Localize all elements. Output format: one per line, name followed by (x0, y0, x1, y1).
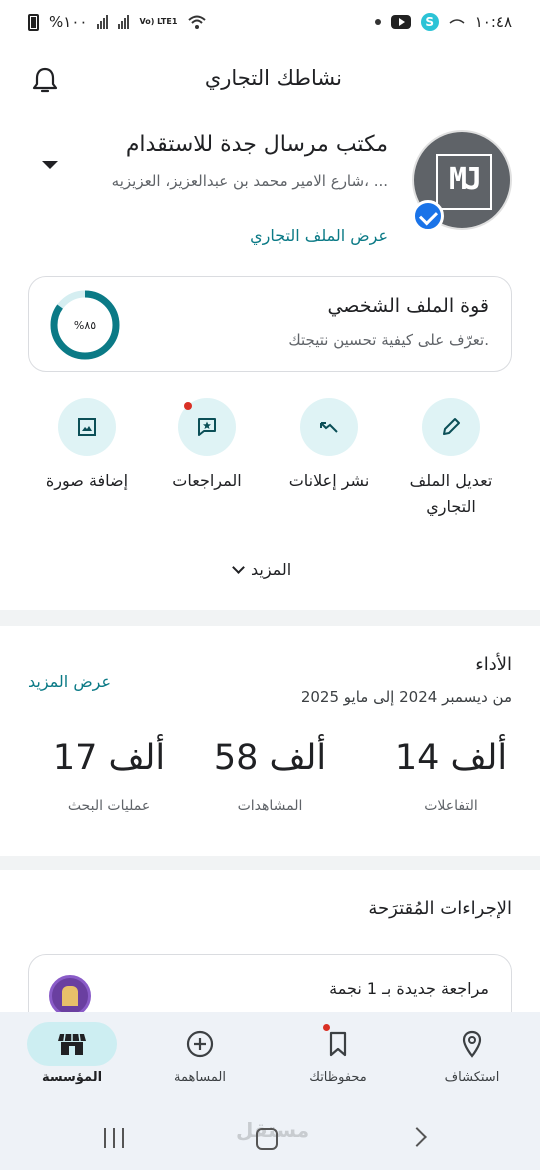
system-navigation: مستقل (0, 1100, 540, 1170)
post-ads-label: نشر إعلانات (288, 471, 370, 490)
business-name[interactable]: مكتب مرسال جدة للاستقدام (126, 132, 388, 157)
battery-icon (28, 13, 39, 31)
image-icon (78, 418, 96, 436)
profile-strength-percent: %٨٥ (74, 319, 96, 332)
logo-frame: MJ (436, 154, 492, 210)
reviews-button[interactable] (178, 398, 236, 456)
nav-saved-label: محفوظاتك (309, 1070, 367, 1085)
bell-icon[interactable] (32, 66, 58, 94)
add-circle-icon (186, 1030, 214, 1058)
post-ads-button[interactable] (300, 398, 358, 456)
post-ads-action[interactable]: نشر إعلانات (264, 398, 394, 494)
profile-strength-title: قوة الملف الشخصي (327, 295, 489, 317)
nav-business-label: المؤسسة (41, 1070, 103, 1085)
status-bar: %١٠٠ Vo) LTE1 S ١٠:٤٨ (0, 0, 540, 44)
reviews-alert-dot (184, 402, 192, 410)
edit-profile-button[interactable] (422, 398, 480, 456)
trend-icon (320, 422, 338, 433)
quick-actions: تعديل الملف التجاري نشر إعلانات المراجعا… (0, 398, 540, 518)
add-photo-button[interactable] (58, 398, 116, 456)
stat-searches-value: 17 ألف (52, 738, 166, 778)
notification-dot-icon (374, 19, 381, 25)
location-pin-icon (462, 1030, 482, 1058)
performance-view-more-link[interactable]: عرض المزيد (28, 672, 111, 691)
stat-searches-label: عمليات البحث (67, 798, 151, 814)
bookmark-icon (329, 1031, 347, 1057)
business-address: شارع الامير محمد بن عبدالعزيز، العزيزيه،… (111, 172, 388, 190)
profile-strength-ring: %٨٥ (50, 290, 120, 360)
youtube-icon (390, 15, 411, 29)
new-review-text: مراجعة جديدة بـ 1 نجمة (329, 979, 489, 998)
saved-alert-dot (323, 1024, 330, 1031)
chevron-down-icon (232, 560, 245, 574)
section-divider-2 (0, 856, 540, 870)
performance-date-range: من ديسمبر 2024 إلى مايو 2025 (300, 688, 512, 706)
nav-explore-pill[interactable] (427, 1022, 517, 1066)
section-divider (0, 610, 540, 626)
bottom-navigation: استكشاف محفوظاتك المساهمة المؤسسة (0, 1012, 540, 1100)
nav-explore[interactable]: استكشاف (412, 1022, 532, 1085)
app-notification-icon: S (420, 13, 439, 31)
status-time: ١٠:٤٨ (474, 13, 512, 31)
battery-level: %١٠٠ (49, 13, 88, 31)
performance-title: الأداء (475, 654, 512, 675)
edit-profile-action[interactable]: تعديل الملف التجاري (386, 398, 516, 520)
app-header: نشاطك التجاري (0, 56, 540, 104)
nav-contribute[interactable]: المساهمة (140, 1022, 260, 1085)
stat-searches[interactable]: 17 ألف عمليات البحث (34, 738, 184, 814)
home-icon[interactable] (256, 1128, 278, 1150)
business-summary: MJ مكتب مرسال جدة للاستقدام شارع الامير … (0, 128, 540, 258)
wifi-icon (188, 15, 207, 29)
nav-saved[interactable]: محفوظاتك (278, 1022, 398, 1085)
reviewer-avatar (49, 975, 91, 1017)
stat-interactions[interactable]: 14 ألف التفاعلات (376, 738, 526, 814)
edit-profile-label: تعديل الملف التجاري (409, 471, 493, 516)
page-title: نشاطك التجاري (204, 66, 342, 90)
stat-views-value: 58 ألف (213, 738, 327, 778)
profile-strength-subtitle: تعرّف على كيفية تحسين نتيجتك. (288, 331, 489, 349)
reviews-label: المراجعات (172, 471, 242, 490)
back-icon[interactable] (407, 1127, 427, 1147)
status-right: S ١٠:٤٨ (374, 13, 512, 31)
stat-views-label: المشاهدات (237, 798, 303, 814)
message-icon (449, 19, 465, 24)
add-photo-label: إضافة صورة (45, 471, 129, 490)
review-star-icon (198, 418, 216, 436)
nav-business[interactable]: المؤسسة (12, 1022, 132, 1085)
add-photo-action[interactable]: إضافة صورة (22, 398, 152, 494)
verified-badge-icon (412, 200, 444, 232)
nav-contribute-pill[interactable] (155, 1022, 245, 1066)
logo-text: MJ (448, 162, 482, 197)
pencil-icon (443, 418, 460, 435)
recent-apps-icon[interactable] (104, 1128, 124, 1148)
nav-business-pill[interactable] (27, 1022, 117, 1066)
nav-saved-pill[interactable] (293, 1022, 383, 1066)
nav-contribute-label: المساهمة (174, 1070, 226, 1085)
stat-interactions-value: 14 ألف (394, 738, 508, 778)
nav-explore-label: استكشاف (444, 1070, 500, 1085)
signal-icon (97, 15, 109, 29)
network-type: Vo) LTE1 (139, 17, 178, 26)
signal-icon-2 (118, 15, 130, 29)
stat-views[interactable]: 58 ألف المشاهدات (195, 738, 345, 814)
more-toggle[interactable]: المزيد (232, 560, 292, 579)
more-label: المزيد (251, 560, 292, 579)
business-switcher-dropdown-icon[interactable] (42, 161, 58, 169)
view-profile-link[interactable]: عرض الملف التجاري (250, 226, 388, 245)
status-left: %١٠٠ Vo) LTE1 (28, 13, 207, 31)
stat-interactions-label: التفاعلات (424, 798, 478, 814)
reviews-action[interactable]: المراجعات (142, 398, 272, 494)
profile-strength-card[interactable]: %٨٥ قوة الملف الشخصي تعرّف على كيفية تحس… (28, 276, 512, 372)
storefront-icon (58, 1033, 86, 1055)
suggested-actions-title: الإجراءات المُقترَحة (368, 898, 512, 919)
